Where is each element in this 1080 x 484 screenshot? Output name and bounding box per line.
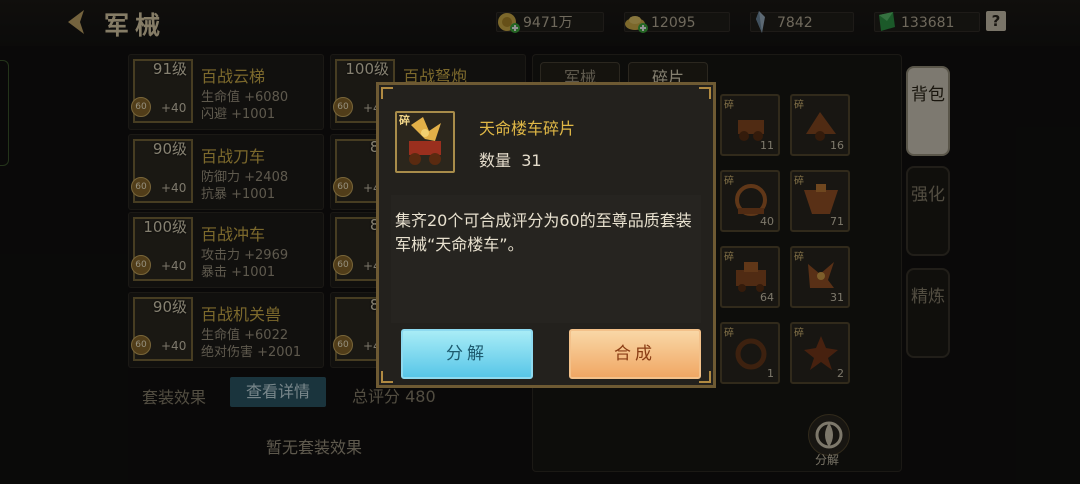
quantity-value: 31 — [521, 151, 542, 170]
item-icon: 碎 — [395, 111, 455, 173]
fragment-mark: 碎 — [399, 114, 410, 127]
fragment-detail-dialog: 碎 天命楼车碎片 数量 31 集齐20个可合成评分为60的至尊品质套装军械“天命… — [376, 82, 716, 388]
frame-corner — [381, 371, 393, 383]
frame-corner — [381, 87, 393, 99]
combine-button[interactable]: 合成 — [569, 329, 701, 379]
item-quantity: 数量 31 — [479, 147, 542, 171]
decompose-button[interactable]: 分解 — [401, 329, 533, 379]
frame-corner — [699, 87, 711, 99]
quantity-label: 数量 — [479, 151, 512, 170]
item-description: 集齐20个可合成评分为60的至尊品质套装军械“天命楼车”。 — [395, 211, 692, 254]
item-name: 天命楼车碎片 — [479, 119, 576, 138]
